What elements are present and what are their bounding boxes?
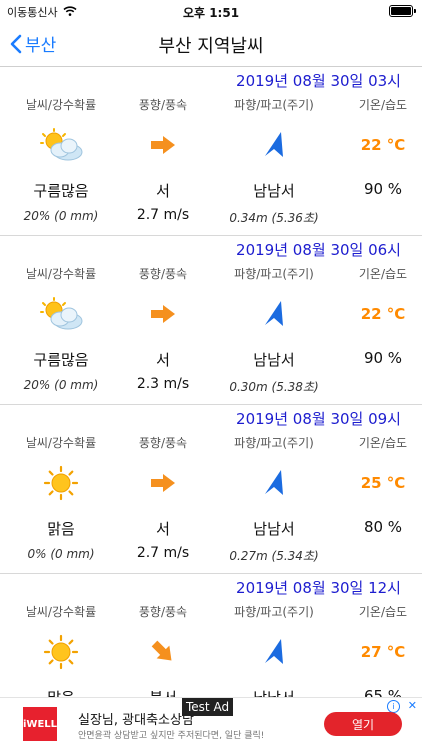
wave-header: 파향/파고(주기) <box>234 436 314 450</box>
wave-height: 0.27m (5.34초) <box>229 549 319 563</box>
wave-direction: 남남서 <box>253 182 295 200</box>
ad-description: 안면윤곽 상담받고 싶지만 주저된다면, 일단 클릭! <box>78 731 265 741</box>
page-title: 부산 지역날씨 <box>158 36 264 57</box>
wave-header: 파향/파고(주기) <box>234 267 314 281</box>
weather-header: 날씨/강수확률 <box>25 605 97 619</box>
wave-direction: 남남서 <box>253 520 295 538</box>
precipitation: 0% (0 mm) <box>27 547 95 561</box>
weather-header: 날씨/강수확률 <box>25 267 97 281</box>
weather-condition: 구름많음 <box>33 351 89 369</box>
humidity: 90 % <box>363 349 403 367</box>
wind-direction: 서 <box>156 182 170 200</box>
wind-speed: 2.3 m/s <box>136 376 190 392</box>
arrow-southeast-icon <box>122 634 204 670</box>
precipitation: 20% (0 mm) <box>23 378 99 392</box>
battery-icon <box>389 5 416 17</box>
wave-header: 파향/파고(주기) <box>234 98 314 112</box>
wind-header: 풍향/풍속 <box>138 98 188 112</box>
wave-direction: 남남서 <box>204 687 344 697</box>
temp-header: 기온/습도 <box>358 267 408 281</box>
ad-open-button[interactable]: 열기 <box>324 712 402 736</box>
temperature: 22 °C <box>360 305 406 323</box>
wave-height: 0.34m (5.36초) <box>229 211 319 225</box>
humidity: 90 % <box>363 180 403 198</box>
sun-icon <box>0 634 122 670</box>
forecast-item: 2019년 08월 30일 09시 날씨/강수확률 맑음 0% (0 mm) 풍… <box>0 405 422 574</box>
partly-cloudy-icon <box>0 296 122 332</box>
temp-header: 기온/습도 <box>358 98 408 112</box>
arrow-northwest-icon <box>204 634 344 670</box>
arrow-northwest-icon <box>204 465 344 501</box>
wind-speed: 2.7 m/s <box>136 207 190 223</box>
wind-direction: 북서 <box>122 687 204 697</box>
wave-height: 0.30m (5.38초) <box>229 380 319 394</box>
wind-direction: 서 <box>156 520 170 538</box>
weather-header: 날씨/강수확률 <box>25 98 97 112</box>
wave-direction: 남남서 <box>253 351 295 369</box>
close-icon[interactable]: ✕ <box>408 699 417 712</box>
ad-test-label: Test Ad <box>182 698 234 716</box>
arrow-east-icon <box>122 127 204 163</box>
arrow-east-icon <box>122 465 204 501</box>
temperature: 27 °C <box>360 643 406 661</box>
wind-header: 풍향/풍속 <box>138 605 188 619</box>
weather-header: 날씨/강수확률 <box>25 436 97 450</box>
ad-banner[interactable]: iWELL 실장님, 광대축소상담 안면윤곽 상담받고 싶지만 주저된다면, 일… <box>0 697 422 751</box>
wind-direction: 서 <box>156 351 170 369</box>
wind-speed: 2.7 m/s <box>136 545 190 561</box>
forecast-item: 2019년 08월 30일 03시 날씨/강수확률 구름많음 20% (0 mm… <box>0 67 422 236</box>
forecast-item: 2019년 08월 30일 06시 날씨/강수확률 구름많음 20% (0 mm… <box>0 236 422 405</box>
arrow-east-icon <box>122 296 204 332</box>
nav-bar: 부산 부산 지역날씨 <box>0 22 422 67</box>
forecast-item: 2019년 08월 30일 12시 날씨/강수확률 맑음 풍향/풍속 북서 파향… <box>0 574 422 697</box>
precipitation: 20% (0 mm) <box>23 209 99 223</box>
weather-condition: 맑음 <box>47 520 75 538</box>
forecast-list[interactable]: 2019년 08월 30일 03시 날씨/강수확률 구름많음 20% (0 mm… <box>0 67 422 697</box>
partly-cloudy-icon <box>0 127 122 163</box>
weather-condition: 맑음 <box>0 687 122 697</box>
temperature: 22 °C <box>360 136 406 154</box>
status-time: 오후 1:51 <box>182 6 240 20</box>
ad-logo: iWELL <box>23 707 57 741</box>
temperature: 25 °C <box>360 474 406 492</box>
arrow-northwest-icon <box>204 127 344 163</box>
status-bar: 이동통신사 오후 1:51 <box>0 0 422 22</box>
sun-icon <box>0 465 122 501</box>
humidity: 65 % <box>363 687 403 697</box>
wave-header: 파향/파고(주기) <box>234 605 314 619</box>
ad-title: 실장님, 광대축소상담 <box>78 713 194 728</box>
arrow-northwest-icon <box>204 296 344 332</box>
temp-header: 기온/습도 <box>358 605 408 619</box>
wind-header: 풍향/풍속 <box>138 436 188 450</box>
wind-header: 풍향/풍속 <box>138 267 188 281</box>
temp-header: 기온/습도 <box>358 436 408 450</box>
weather-condition: 구름많음 <box>33 182 89 200</box>
humidity: 80 % <box>363 518 403 536</box>
